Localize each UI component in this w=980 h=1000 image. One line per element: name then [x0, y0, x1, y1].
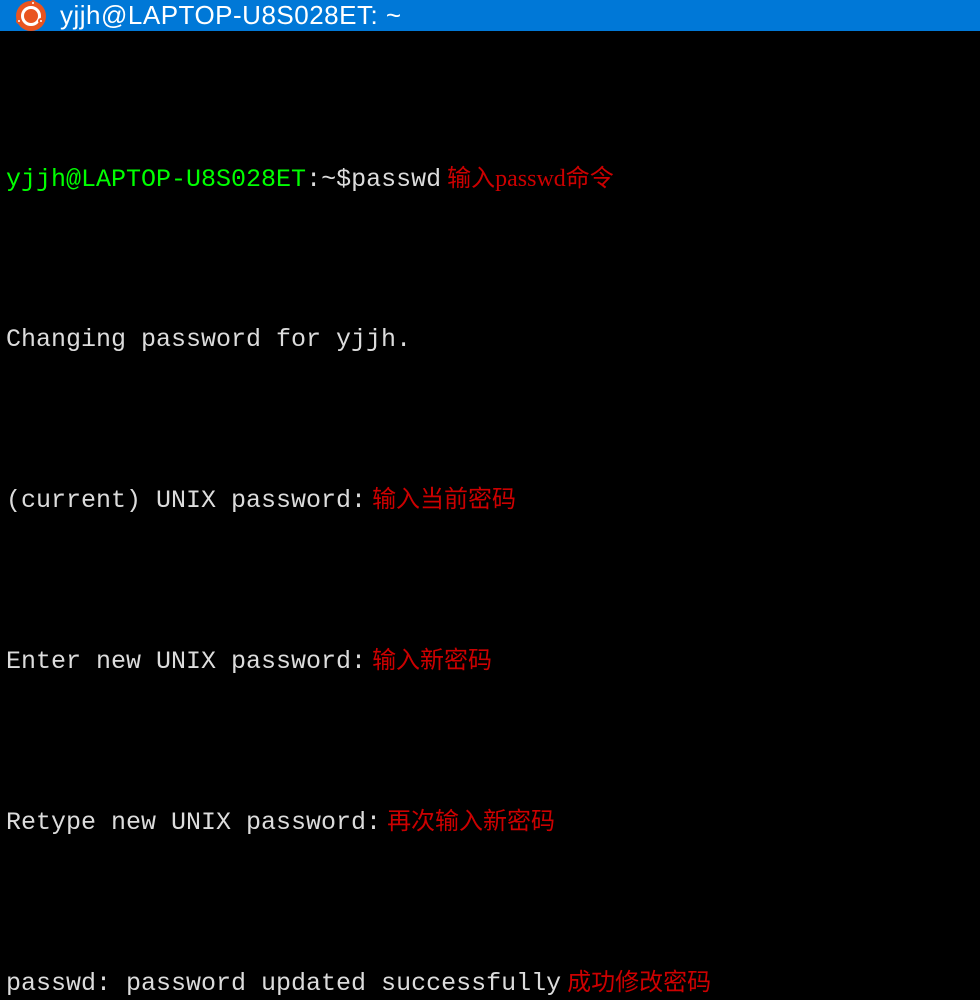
prompt-colon: :: [306, 160, 321, 200]
terminal-line: yjjh@LAPTOP-U8S028ET:~ $ passwd 输入passwd…: [6, 159, 980, 200]
terminal-line: Retype new UNIX password:再次输入新密码: [6, 802, 980, 843]
terminal-body[interactable]: yjjh@LAPTOP-U8S028ET:~ $ passwd 输入passwd…: [0, 31, 980, 1000]
output-text: Retype new UNIX password:: [6, 803, 381, 843]
window-title: yjjh@LAPTOP-U8S028ET: ~: [60, 0, 402, 31]
annotation-text: 输入当前密码: [372, 480, 516, 520]
output-text: (current) UNIX password:: [6, 481, 366, 521]
annotation-text: 成功修改密码: [567, 963, 711, 1000]
prompt-path: ~: [321, 160, 336, 200]
terminal-window: yjjh@LAPTOP-U8S028ET: ~ yjjh@LAPTOP-U8S0…: [0, 0, 980, 500]
ubuntu-icon: [16, 1, 46, 31]
output-text: passwd: password updated successfully: [6, 964, 561, 1000]
prompt-symbol: $: [336, 160, 351, 200]
terminal-line: (current) UNIX password: 输入当前密码: [6, 480, 980, 521]
terminal-line: passwd: password updated successfully 成功…: [6, 963, 980, 1000]
output-text: Changing password for yjjh.: [6, 320, 411, 360]
command-text: passwd: [351, 160, 441, 200]
annotation-text: 输入passwd命令: [447, 159, 614, 199]
prompt-user: yjjh@LAPTOP-U8S028ET: [6, 160, 306, 200]
output-text: Enter new UNIX password:: [6, 642, 366, 682]
annotation-text: 输入新密码: [372, 641, 492, 681]
terminal-line: Changing password for yjjh.: [6, 320, 980, 360]
titlebar[interactable]: yjjh@LAPTOP-U8S028ET: ~: [0, 0, 980, 31]
annotation-text: 再次输入新密码: [387, 802, 555, 842]
terminal-line: Enter new UNIX password: 输入新密码: [6, 641, 980, 682]
